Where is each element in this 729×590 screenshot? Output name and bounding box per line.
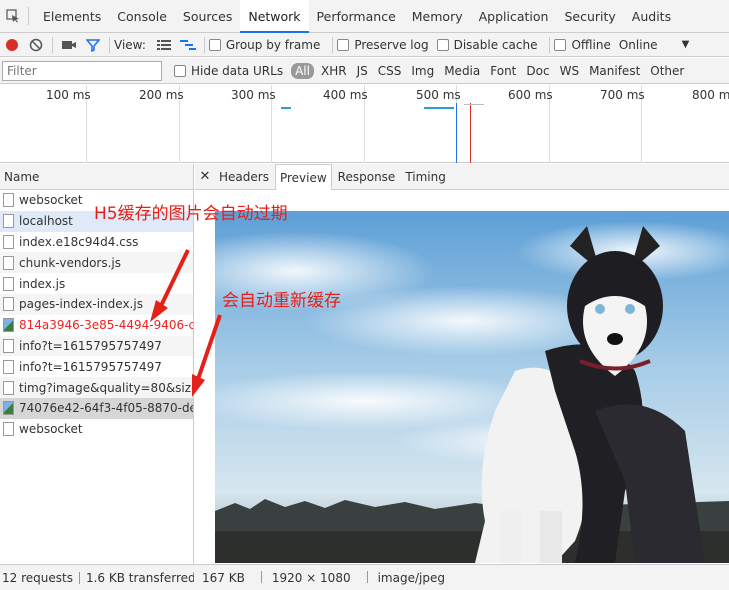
file-icon (3, 234, 14, 249)
tab-elements[interactable]: Elements (35, 0, 109, 33)
detail-tab-bar: ✕ Headers Preview Response Timing (195, 163, 729, 190)
image-file-icon (3, 401, 14, 416)
timeline-tick-label: 600 ms (508, 88, 553, 102)
timeline-tick-label: 700 ms (600, 88, 645, 102)
file-icon (3, 359, 14, 374)
clear-icon[interactable] (24, 33, 48, 57)
tab-headers[interactable]: Headers (215, 164, 273, 190)
filter-type-img[interactable]: Img (408, 62, 437, 80)
filter-type-manifest[interactable]: Manifest (586, 62, 643, 80)
tab-sources[interactable]: Sources (175, 0, 240, 33)
tab-performance[interactable]: Performance (309, 0, 404, 33)
group-by-frame-checkbox[interactable]: Group by frame (208, 38, 320, 52)
list-item[interactable]: info?t=1615795757497 (0, 356, 193, 377)
timeline-marker (470, 103, 471, 163)
preserve-log-checkbox[interactable]: Preserve log (337, 38, 429, 52)
image-dimensions: 1920 × 1080 (271, 570, 351, 585)
file-icon (3, 380, 14, 395)
timeline-tick-label: 200 ms (139, 88, 184, 102)
hide-data-urls-checkbox[interactable]: Hide data URLs (174, 64, 283, 78)
filter-input[interactable] (2, 60, 162, 81)
tab-memory[interactable]: Memory (404, 0, 471, 33)
list-item[interactable]: chunk-vendors.js (0, 252, 193, 274)
tab-audits[interactable]: Audits (624, 0, 679, 33)
waterfall-icon[interactable] (176, 33, 200, 57)
timeline-tick-label: 300 ms (231, 88, 276, 102)
throttle-select[interactable]: Online (619, 38, 658, 52)
column-header-name[interactable]: Name (0, 164, 193, 190)
timeline-overview[interactable]: 100 ms 200 ms 300 ms 400 ms 500 ms 600 m… (0, 85, 729, 163)
tab-console[interactable]: Console (109, 0, 175, 33)
image-file-icon (3, 318, 14, 333)
list-item[interactable]: timg?image&quality=80&size... (0, 377, 193, 398)
timeline-tick-label: 100 ms (46, 88, 91, 102)
tab-timing[interactable]: Timing (401, 164, 450, 190)
timeline-bar (281, 107, 291, 109)
list-item[interactable]: index.e18c94d4.css (0, 232, 193, 253)
tab-application[interactable]: Application (471, 0, 557, 33)
annotation-cache-expire: H5缓存的图片会自动过期 (94, 204, 288, 224)
filter-type-doc[interactable]: Doc (523, 62, 552, 80)
file-icon (3, 276, 14, 291)
list-item[interactable]: info?t=1615795757497 (0, 335, 193, 357)
inspect-element-icon[interactable] (0, 0, 26, 33)
tab-preview[interactable]: Preview (274, 163, 332, 190)
close-icon[interactable]: ✕ (195, 169, 215, 184)
chevron-down-icon[interactable]: ▼ (682, 39, 690, 50)
record-icon[interactable] (0, 33, 24, 57)
filter-funnel-icon[interactable] (81, 33, 105, 57)
filter-bar: Hide data URLs All XHR JS CSS Img Media … (0, 58, 729, 84)
filter-type-media[interactable]: Media (441, 62, 483, 80)
file-icon (3, 338, 14, 353)
filter-type-other[interactable]: Other (647, 62, 687, 80)
offline-checkbox[interactable]: Offline (554, 38, 611, 52)
timeline-marker (456, 103, 457, 163)
devtools-tab-bar: Elements Console Sources Network Perform… (0, 0, 729, 33)
annotation-recache: 会自动重新缓存 (222, 291, 341, 311)
filter-type-font[interactable]: Font (487, 62, 519, 80)
tab-network[interactable]: Network (240, 0, 309, 33)
request-count: 12 requests (2, 570, 73, 585)
list-item[interactable]: index.js (0, 273, 193, 294)
file-icon (3, 422, 14, 437)
file-icon (3, 297, 14, 312)
timeline-bar (424, 107, 454, 109)
timeline-tick-label: 800 ms (692, 88, 729, 102)
tab-response[interactable]: Response (334, 164, 400, 190)
transferred-size: 1.6 KB transferred (85, 570, 194, 585)
view-label: View: (114, 37, 146, 52)
timeline-bar (464, 104, 484, 105)
image-size: 167 KB (202, 570, 245, 585)
image-preview (215, 211, 729, 563)
screenshot-camera-icon[interactable] (57, 33, 81, 57)
file-icon (3, 255, 14, 270)
timeline-tick-label: 400 ms (323, 88, 368, 102)
image-mime-type: image/jpeg (377, 570, 445, 585)
network-toolbar: View: Group by frame Preserve log Disabl… (0, 33, 729, 57)
disable-cache-checkbox[interactable]: Disable cache (436, 38, 537, 52)
list-item[interactable]: pages-index-index.js (0, 293, 193, 315)
list-item[interactable]: 74076e42-64f3-4f05-8870-dec... (0, 397, 193, 419)
list-item[interactable]: 814a3946-3e85-4494-9406-c6... (0, 315, 193, 336)
filter-type-xhr[interactable]: XHR (318, 62, 350, 80)
status-summary: 12 requests1.6 KB transferred... (0, 571, 194, 585)
file-icon (3, 214, 14, 229)
file-icon (3, 193, 14, 208)
list-item[interactable]: websocket (0, 419, 193, 440)
timeline-tick-label: 500 ms (416, 88, 461, 102)
filter-type-js[interactable]: JS (354, 62, 371, 80)
filter-type-ws[interactable]: WS (557, 62, 582, 80)
tab-security[interactable]: Security (556, 0, 623, 33)
filter-type-all[interactable]: All (291, 62, 314, 79)
large-rows-icon[interactable] (152, 33, 176, 57)
filter-type-css[interactable]: CSS (375, 62, 405, 80)
status-bar: 12 requests1.6 KB transferred... 167 KB … (0, 564, 729, 590)
request-list: Name websocket localhost index.e18c94d4.… (0, 164, 194, 564)
